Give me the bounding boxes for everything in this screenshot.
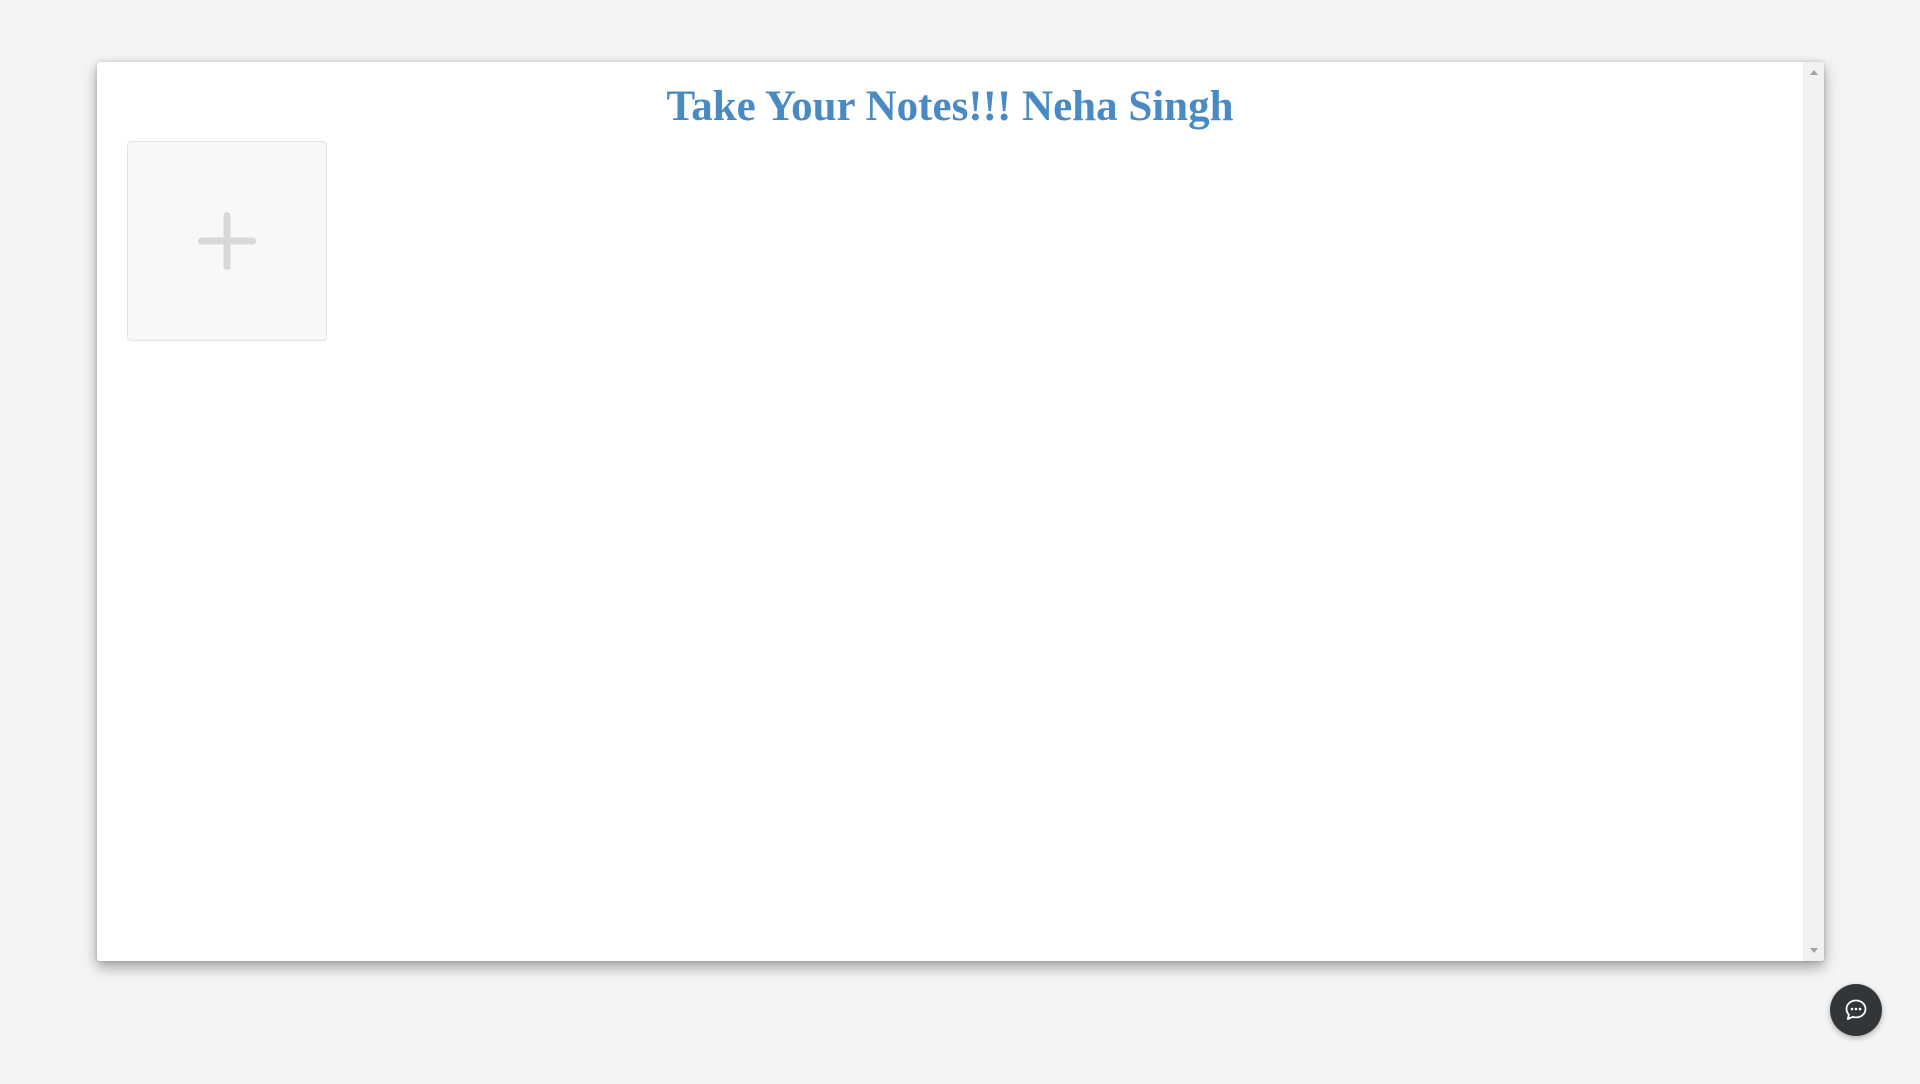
scroll-up-button[interactable] — [1803, 64, 1824, 81]
vertical-scrollbar[interactable] — [1803, 62, 1824, 961]
page-title: Take Your Notes!!! Neha Singh — [666, 83, 1234, 130]
plus-icon — [198, 212, 256, 270]
chat-button[interactable] — [1830, 984, 1882, 1036]
arrow-down-icon — [1809, 948, 1818, 953]
notes-page: Take Your Notes!!! Neha Singh — [97, 62, 1803, 961]
app-window: Take Your Notes!!! Neha Singh — [97, 62, 1824, 961]
arrow-up-icon — [1809, 70, 1818, 75]
add-note-button[interactable] — [127, 141, 327, 341]
chat-bubble-icon — [1845, 999, 1867, 1020]
scroll-down-button[interactable] — [1803, 942, 1824, 959]
